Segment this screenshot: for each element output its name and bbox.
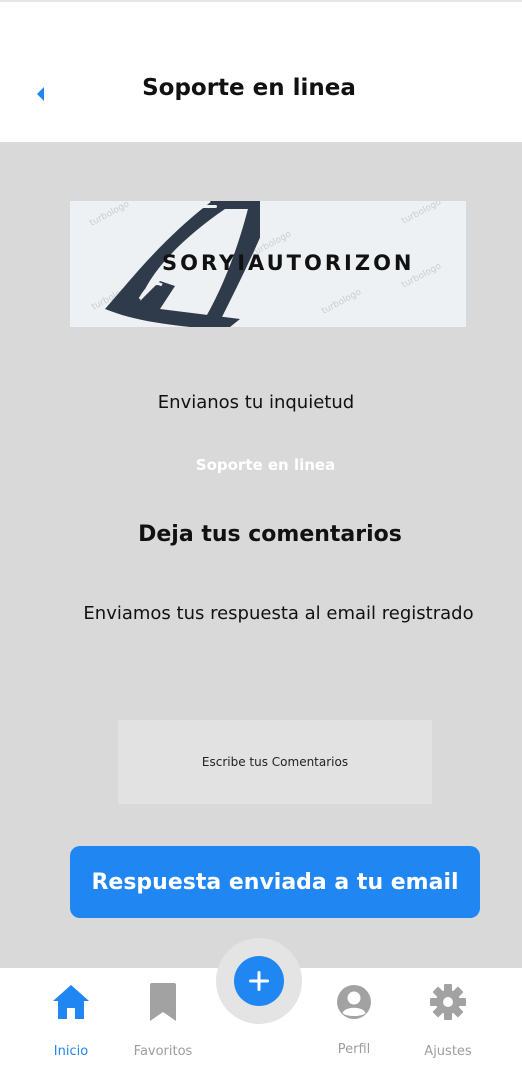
support-content: turbologo turbologo turbologo turbologo … <box>0 142 522 968</box>
user-icon <box>337 985 371 1019</box>
tab-label: Perfil <box>337 1042 371 1057</box>
tab-inicio[interactable]: Inicio <box>26 980 116 1070</box>
home-icon <box>53 985 89 1019</box>
gear-icon <box>430 984 466 1020</box>
tab-ajustes[interactable]: Ajustes <box>403 980 493 1070</box>
tab-label: Favoritos <box>133 1044 193 1059</box>
brand-logo: turbologo turbologo turbologo turbologo … <box>70 201 466 327</box>
app-header: Soporte en linea <box>0 2 522 142</box>
subtitle-text: Soporte en linea <box>195 456 336 474</box>
brand-logo-text: SORYIAUTORIZON <box>162 251 415 275</box>
add-button[interactable] <box>234 956 284 1006</box>
info-text: Enviamos tus respuesta al email registra… <box>83 603 474 624</box>
plus-icon <box>249 971 269 991</box>
tab-perfil[interactable]: Perfil <box>309 980 399 1070</box>
prompt-text: Envianos tu inquietud <box>157 392 355 413</box>
submit-button[interactable]: Respuesta enviada a tu email <box>70 846 480 918</box>
comments-input[interactable]: Escribe tus Comentarios <box>118 720 432 804</box>
page-title: Soporte en linea <box>142 75 356 101</box>
tab-label: Inicio <box>53 1044 89 1059</box>
tab-label: Ajustes <box>424 1044 472 1059</box>
fab-container <box>216 938 302 1024</box>
section-heading: Deja tus comentarios <box>138 522 402 547</box>
bookmark-icon <box>150 983 176 1021</box>
tab-favoritos[interactable]: Favoritos <box>118 980 208 1070</box>
